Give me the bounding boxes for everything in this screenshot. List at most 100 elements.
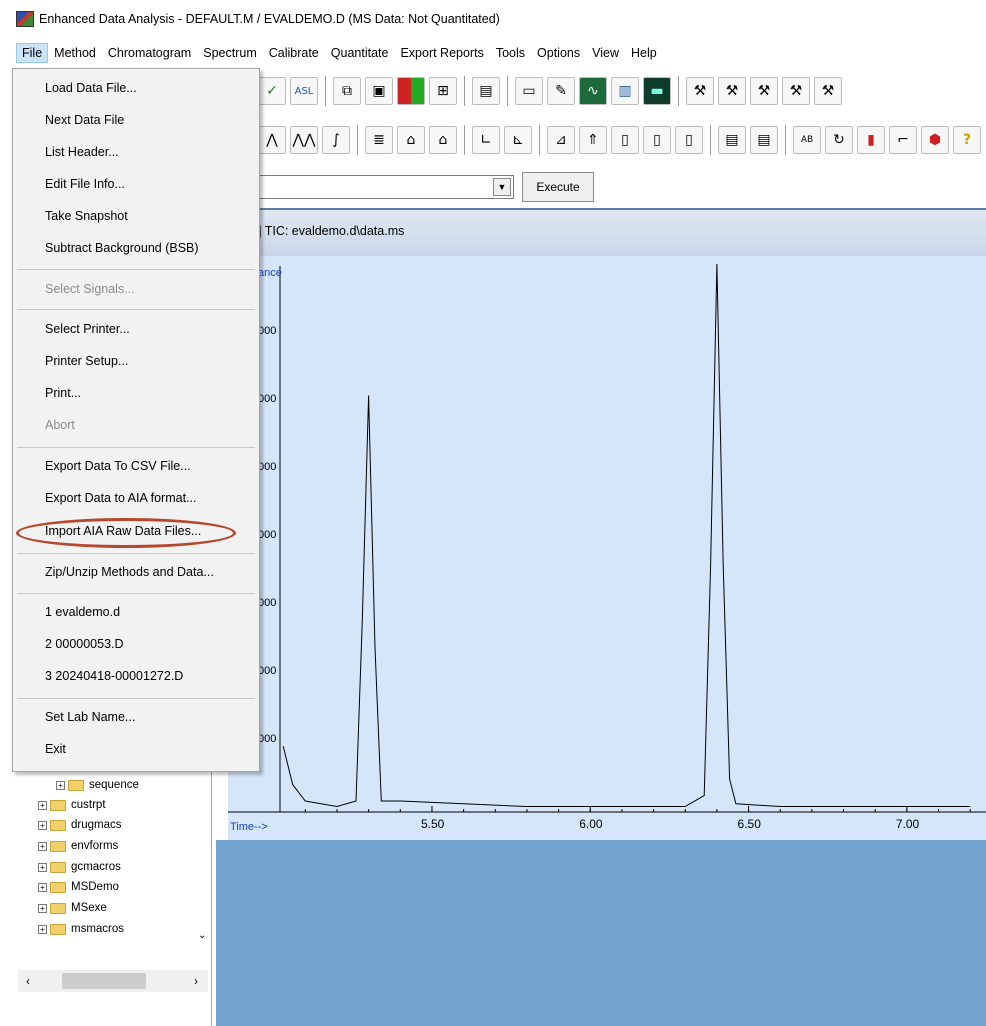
doc5-icon[interactable]: ▤	[750, 126, 778, 154]
command-input[interactable]: ▼	[258, 175, 514, 199]
menu-item-exit[interactable]: Exit	[45, 742, 66, 756]
expand-icon[interactable]: +	[38, 882, 47, 892]
menu-method[interactable]: Method	[48, 43, 102, 63]
color-icon[interactable]	[397, 77, 425, 105]
expand-icon[interactable]: +	[38, 903, 47, 913]
menu-options[interactable]: Options	[531, 43, 586, 63]
toolbar-separator	[785, 125, 786, 155]
tree-item[interactable]: + sequence	[56, 776, 139, 794]
horizontal-scrollbar[interactable]: ‹ ›	[18, 970, 208, 992]
hammer1-icon[interactable]: ⚒	[686, 77, 714, 105]
ab-icon[interactable]: AB	[793, 126, 821, 154]
menu-item-print[interactable]: Print...	[45, 386, 81, 400]
graph-icon[interactable]: ∿	[579, 77, 607, 105]
hammer3-icon[interactable]: ⚒	[750, 77, 778, 105]
building-icon[interactable]: ⌂	[397, 126, 425, 154]
chevron-right-icon[interactable]: ›	[186, 974, 206, 988]
menu-view[interactable]: View	[586, 43, 625, 63]
bars-icon[interactable]: ▥	[611, 77, 639, 105]
tree-item[interactable]: + MSDemo	[38, 878, 119, 896]
doc1-icon[interactable]: ▯	[611, 126, 639, 154]
menu-item-edit-file-info[interactable]: Edit File Info...	[45, 177, 125, 191]
menu-item-import-aia[interactable]: Import AIA Raw Data Files...	[45, 524, 201, 538]
tree-item[interactable]: + gcmacros	[38, 858, 121, 876]
expand-icon[interactable]: +	[38, 820, 47, 830]
help-icon[interactable]: ?	[953, 126, 981, 154]
tree-item[interactable]: + msmacros	[38, 920, 124, 938]
peaks-icon[interactable]: ⋀⋀	[290, 126, 318, 154]
expand-icon[interactable]: +	[38, 841, 47, 851]
asl-icon[interactable]: ASL	[290, 77, 318, 105]
vertical-scrollbar[interactable]: ⌄	[196, 766, 212, 966]
integrate-icon[interactable]: ∫	[322, 126, 350, 154]
menu-quantitate[interactable]: Quantitate	[325, 43, 395, 63]
check-icon[interactable]: ✓	[258, 77, 286, 105]
edit-icon[interactable]: ✎	[547, 77, 575, 105]
tree-icon[interactable]: ⊞	[429, 77, 457, 105]
menu-item-list-header[interactable]: List Header...	[45, 145, 119, 159]
menu-item-load-data-file[interactable]: Load Data File...	[45, 81, 137, 95]
text-icon[interactable]: ▭	[515, 77, 543, 105]
doc4-icon[interactable]: ▤	[718, 126, 746, 154]
tree-item[interactable]: + drugmacs	[38, 816, 122, 834]
monitor-icon[interactable]: ▬	[643, 77, 671, 105]
chart1-icon[interactable]: ⊿	[547, 126, 575, 154]
scrollbar-thumb[interactable]	[62, 973, 146, 989]
menu-item-next-data-file[interactable]: Next Data File	[45, 113, 124, 127]
menu-separator	[17, 593, 255, 594]
expand-icon[interactable]: +	[56, 780, 65, 790]
execute-button[interactable]: Execute	[522, 172, 594, 202]
menu-item-recent-1[interactable]: 1 evaldemo.d	[45, 605, 120, 619]
hammer5-icon[interactable]: ⚒	[814, 77, 842, 105]
menu-item-printer-setup[interactable]: Printer Setup...	[45, 354, 128, 368]
doc2-icon[interactable]: ▯	[643, 126, 671, 154]
hammer2-icon[interactable]: ⚒	[718, 77, 746, 105]
chart2-icon[interactable]: ⇑	[579, 126, 607, 154]
refresh-icon[interactable]: ↻	[825, 126, 853, 154]
marker-icon[interactable]: ▮	[857, 126, 885, 154]
save-icon[interactable]: ▣	[365, 77, 393, 105]
menu-item-export-aia[interactable]: Export Data to AIA format...	[45, 491, 196, 505]
building2-icon[interactable]: ⌂	[429, 126, 457, 154]
folder-icon	[50, 923, 66, 935]
doc3-icon[interactable]: ▯	[675, 126, 703, 154]
report-icon[interactable]: ▤	[472, 77, 500, 105]
expand-icon[interactable]: +	[38, 924, 47, 934]
tree-item[interactable]: + custrpt	[38, 796, 106, 814]
hammer4-icon[interactable]: ⚒	[782, 77, 810, 105]
menu-item-take-snapshot[interactable]: Take Snapshot	[45, 209, 128, 223]
tree-item[interactable]: + MSexe	[38, 899, 107, 917]
menu-help[interactable]: Help	[625, 43, 663, 63]
toolbar-row-2: ⋀ ⋀⋀ ∫ ≣ ⌂ ⌂ ∟ ⊾ ⊿ ⇑ ▯ ▯ ▯ ▤ ▤ AB ↻ ▮ ⌐ …	[258, 121, 981, 159]
menu-item-recent-3[interactable]: 3 20240418-00001272.D	[45, 669, 183, 683]
tree-item[interactable]: + envforms	[38, 837, 118, 855]
menu-item-recent-2[interactable]: 2 00000053.D	[45, 637, 124, 651]
library-icon[interactable]: ≣	[365, 126, 393, 154]
menu-export-reports[interactable]: Export Reports	[394, 43, 489, 63]
menu-tools[interactable]: Tools	[490, 43, 531, 63]
menu-item-export-csv[interactable]: Export Data To CSV File...	[45, 459, 191, 473]
menu-item-zip-unzip[interactable]: Zip/Unzip Methods and Data...	[45, 565, 214, 579]
axis-icon[interactable]: ∟	[472, 126, 500, 154]
copy-icon[interactable]: ⧉	[333, 77, 361, 105]
menu-chromatogram[interactable]: Chromatogram	[102, 43, 197, 63]
flag-icon[interactable]: ⌐	[889, 126, 917, 154]
peak-icon[interactable]: ⋀	[258, 126, 286, 154]
menu-item-select-printer[interactable]: Select Printer...	[45, 322, 130, 336]
tree-item-label: envforms	[71, 840, 119, 852]
menu-spectrum[interactable]: Spectrum	[197, 43, 263, 63]
chevron-left-icon[interactable]: ‹	[18, 974, 38, 988]
menu-calibrate[interactable]: Calibrate	[263, 43, 325, 63]
title-bar: Enhanced Data Analysis - DEFAULT.M / EVA…	[0, 0, 986, 38]
folder-icon	[50, 902, 66, 914]
menu-item-set-lab-name[interactable]: Set Lab Name...	[45, 710, 135, 724]
chevron-down-icon[interactable]: ▼	[493, 178, 511, 196]
chevron-down-icon[interactable]: ⌄	[198, 930, 206, 941]
stop-icon[interactable]: ⬢	[921, 126, 949, 154]
folder-icon	[50, 881, 66, 893]
expand-icon[interactable]: +	[38, 862, 47, 872]
menu-item-subtract-background[interactable]: Subtract Background (BSB)	[45, 241, 199, 255]
axis2-icon[interactable]: ⊾	[504, 126, 532, 154]
menu-file[interactable]: File	[16, 43, 49, 63]
expand-icon[interactable]: +	[38, 800, 47, 810]
